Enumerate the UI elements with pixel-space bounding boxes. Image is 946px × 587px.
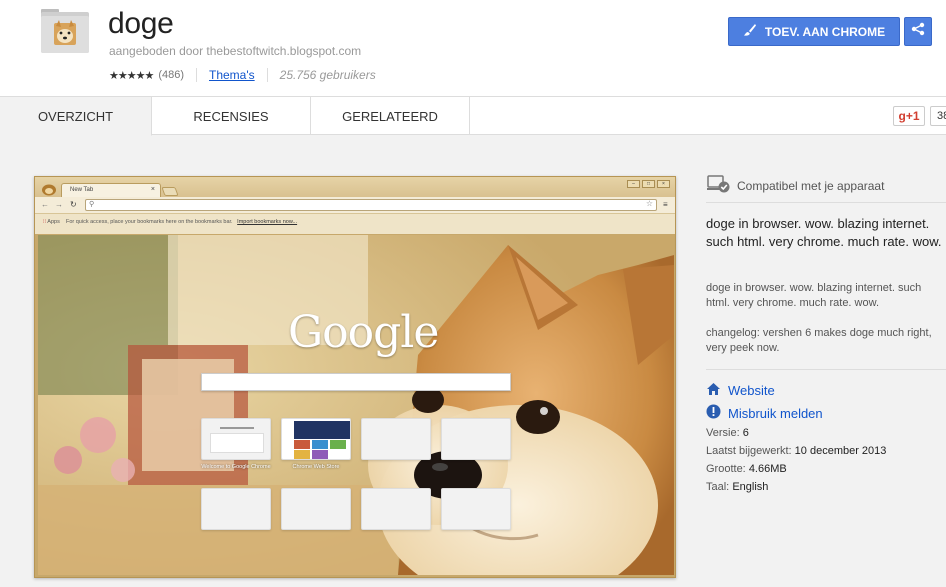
meta-row: ★★★★★ (486) Thema's 25.756 gebruikers (109, 66, 376, 84)
preview-menu-icon: ≡ (663, 200, 668, 209)
preview-tab-close-icon: × (150, 186, 155, 193)
rating-stars[interactable]: ★★★★★ (109, 69, 154, 82)
updated-info: Laatst bijgewerkt: 10 december 2013 (706, 445, 886, 457)
preview-new-tab-page: Google Welcome to Google Chrome Chrome W… (38, 235, 674, 575)
user-count: 25.756 gebruikers (279, 68, 376, 82)
compatibility-text: Compatibel met je apparaat (737, 178, 885, 193)
preview-titlebar: New Tab × – □ × (35, 177, 675, 197)
add-to-chrome-button[interactable]: TOEV. AAN CHROME (728, 17, 900, 46)
divider (706, 369, 946, 370)
preview-reload-icon: ↻ (70, 200, 77, 209)
preview-bookmarks-bar: ⁞⁞ Apps For quick access, place your boo… (35, 214, 675, 234)
tab-related[interactable]: GERELATEERD (311, 97, 470, 135)
preview-browser-tab: New Tab × (61, 183, 161, 197)
share-icon (911, 22, 925, 41)
preview-most-visited-tile (361, 488, 431, 530)
website-link[interactable]: Website (706, 382, 775, 399)
doge-background-image (38, 235, 674, 575)
compatibility-notice: Compatibel met je apparaat (707, 174, 884, 197)
preview-apps-label: Apps (47, 219, 60, 225)
share-button[interactable] (904, 17, 932, 46)
preview-apps-icon: ⁞⁞ (43, 219, 47, 225)
size-label: Grootte: (706, 463, 746, 475)
google-plus-one-button[interactable]: g+1 (893, 106, 925, 126)
preview-minimize-icon: – (627, 180, 640, 188)
google-plus-count: 38 (930, 106, 946, 126)
device-check-icon (707, 174, 731, 197)
category-link[interactable]: Thema's (209, 68, 255, 82)
version-label: Versie: (706, 427, 740, 439)
divider (196, 68, 197, 82)
description-text: doge in browser. wow. blazing internet. … (706, 282, 922, 309)
preview-tab-title: New Tab (70, 187, 94, 193)
rating-count[interactable]: (486) (158, 69, 184, 81)
report-abuse-label: Misbruik melden (728, 405, 823, 421)
extension-folder-icon (40, 6, 90, 54)
preview-most-visited-tile (201, 418, 271, 460)
home-icon (706, 382, 721, 399)
offered-by: aangeboden door thebestoftwitch.blogspot… (109, 44, 362, 58)
preview-tile-label: Welcome to Google Chrome (201, 464, 271, 470)
preview-most-visited-tile (281, 418, 351, 460)
preview-maximize-icon: □ (642, 180, 655, 188)
preview-star-icon: ☆ (645, 199, 653, 208)
preview-toolbar: ← → ↻ ⚲ ☆ ≡ (35, 197, 675, 214)
header: doge aangeboden door thebestoftwitch.blo… (0, 0, 946, 96)
preview-import-bookmarks-link: Import bookmarks now... (237, 219, 298, 225)
preview-tile-label: Chrome Web Store (292, 464, 340, 470)
updated-value: 10 december 2013 (794, 445, 887, 457)
add-to-chrome-label: TOEV. AAN CHROME (764, 24, 886, 39)
preview-most-visited-tile (361, 418, 431, 460)
preview-new-tab-icon (161, 187, 179, 196)
website-link-label: Website (728, 383, 775, 398)
preview-most-visited-tile (201, 488, 271, 530)
language-info: Taal: English (706, 481, 768, 493)
version-value: 6 (742, 427, 749, 439)
description-title: doge in browser. wow. blazing internet. … (706, 216, 942, 249)
preview-forward-icon: → (55, 200, 63, 209)
version-info: Versie: 6 (706, 427, 749, 439)
divider (706, 202, 946, 203)
size-info: Grootte: 4.66MB (706, 463, 787, 475)
tab-overview[interactable]: OVERZICHT (0, 97, 152, 136)
preview-close-icon: × (657, 180, 670, 188)
tab-reviews[interactable]: RECENSIES (152, 97, 311, 135)
divider (266, 68, 268, 82)
preview-most-visited-tile (441, 488, 511, 530)
alert-icon (706, 404, 721, 422)
preview-most-visited-tile (441, 418, 511, 460)
preview-omnibox: ⚲ ☆ (85, 199, 657, 211)
preview-back-icon: ← (41, 200, 49, 209)
brush-icon (743, 23, 757, 40)
screenshot-preview[interactable]: New Tab × – □ × ← → ↻ ⚲ ☆ ≡ ⁞⁞ Apps For … (34, 176, 676, 578)
preview-google-logo: Google (288, 307, 439, 358)
language-value: English (732, 481, 769, 493)
preview-most-visited-tile (281, 488, 351, 530)
changelog-text: changelog: vershen 6 makes doge much rig… (706, 327, 932, 354)
preview-omnibox-search-icon: ⚲ (89, 201, 95, 208)
report-abuse-link[interactable]: Misbruik melden (706, 404, 823, 422)
extension-title: doge (108, 7, 174, 40)
size-value: 4.66MB (748, 463, 787, 475)
tab-bar: OVERZICHT RECENSIES GERELATEERD (0, 96, 946, 136)
preview-bookmarks-text: For quick access, place your bookmarks h… (65, 219, 233, 225)
language-label: Taal: (706, 481, 730, 493)
updated-label: Laatst bijgewerkt: (706, 445, 792, 457)
preview-google-search-box (201, 373, 511, 391)
